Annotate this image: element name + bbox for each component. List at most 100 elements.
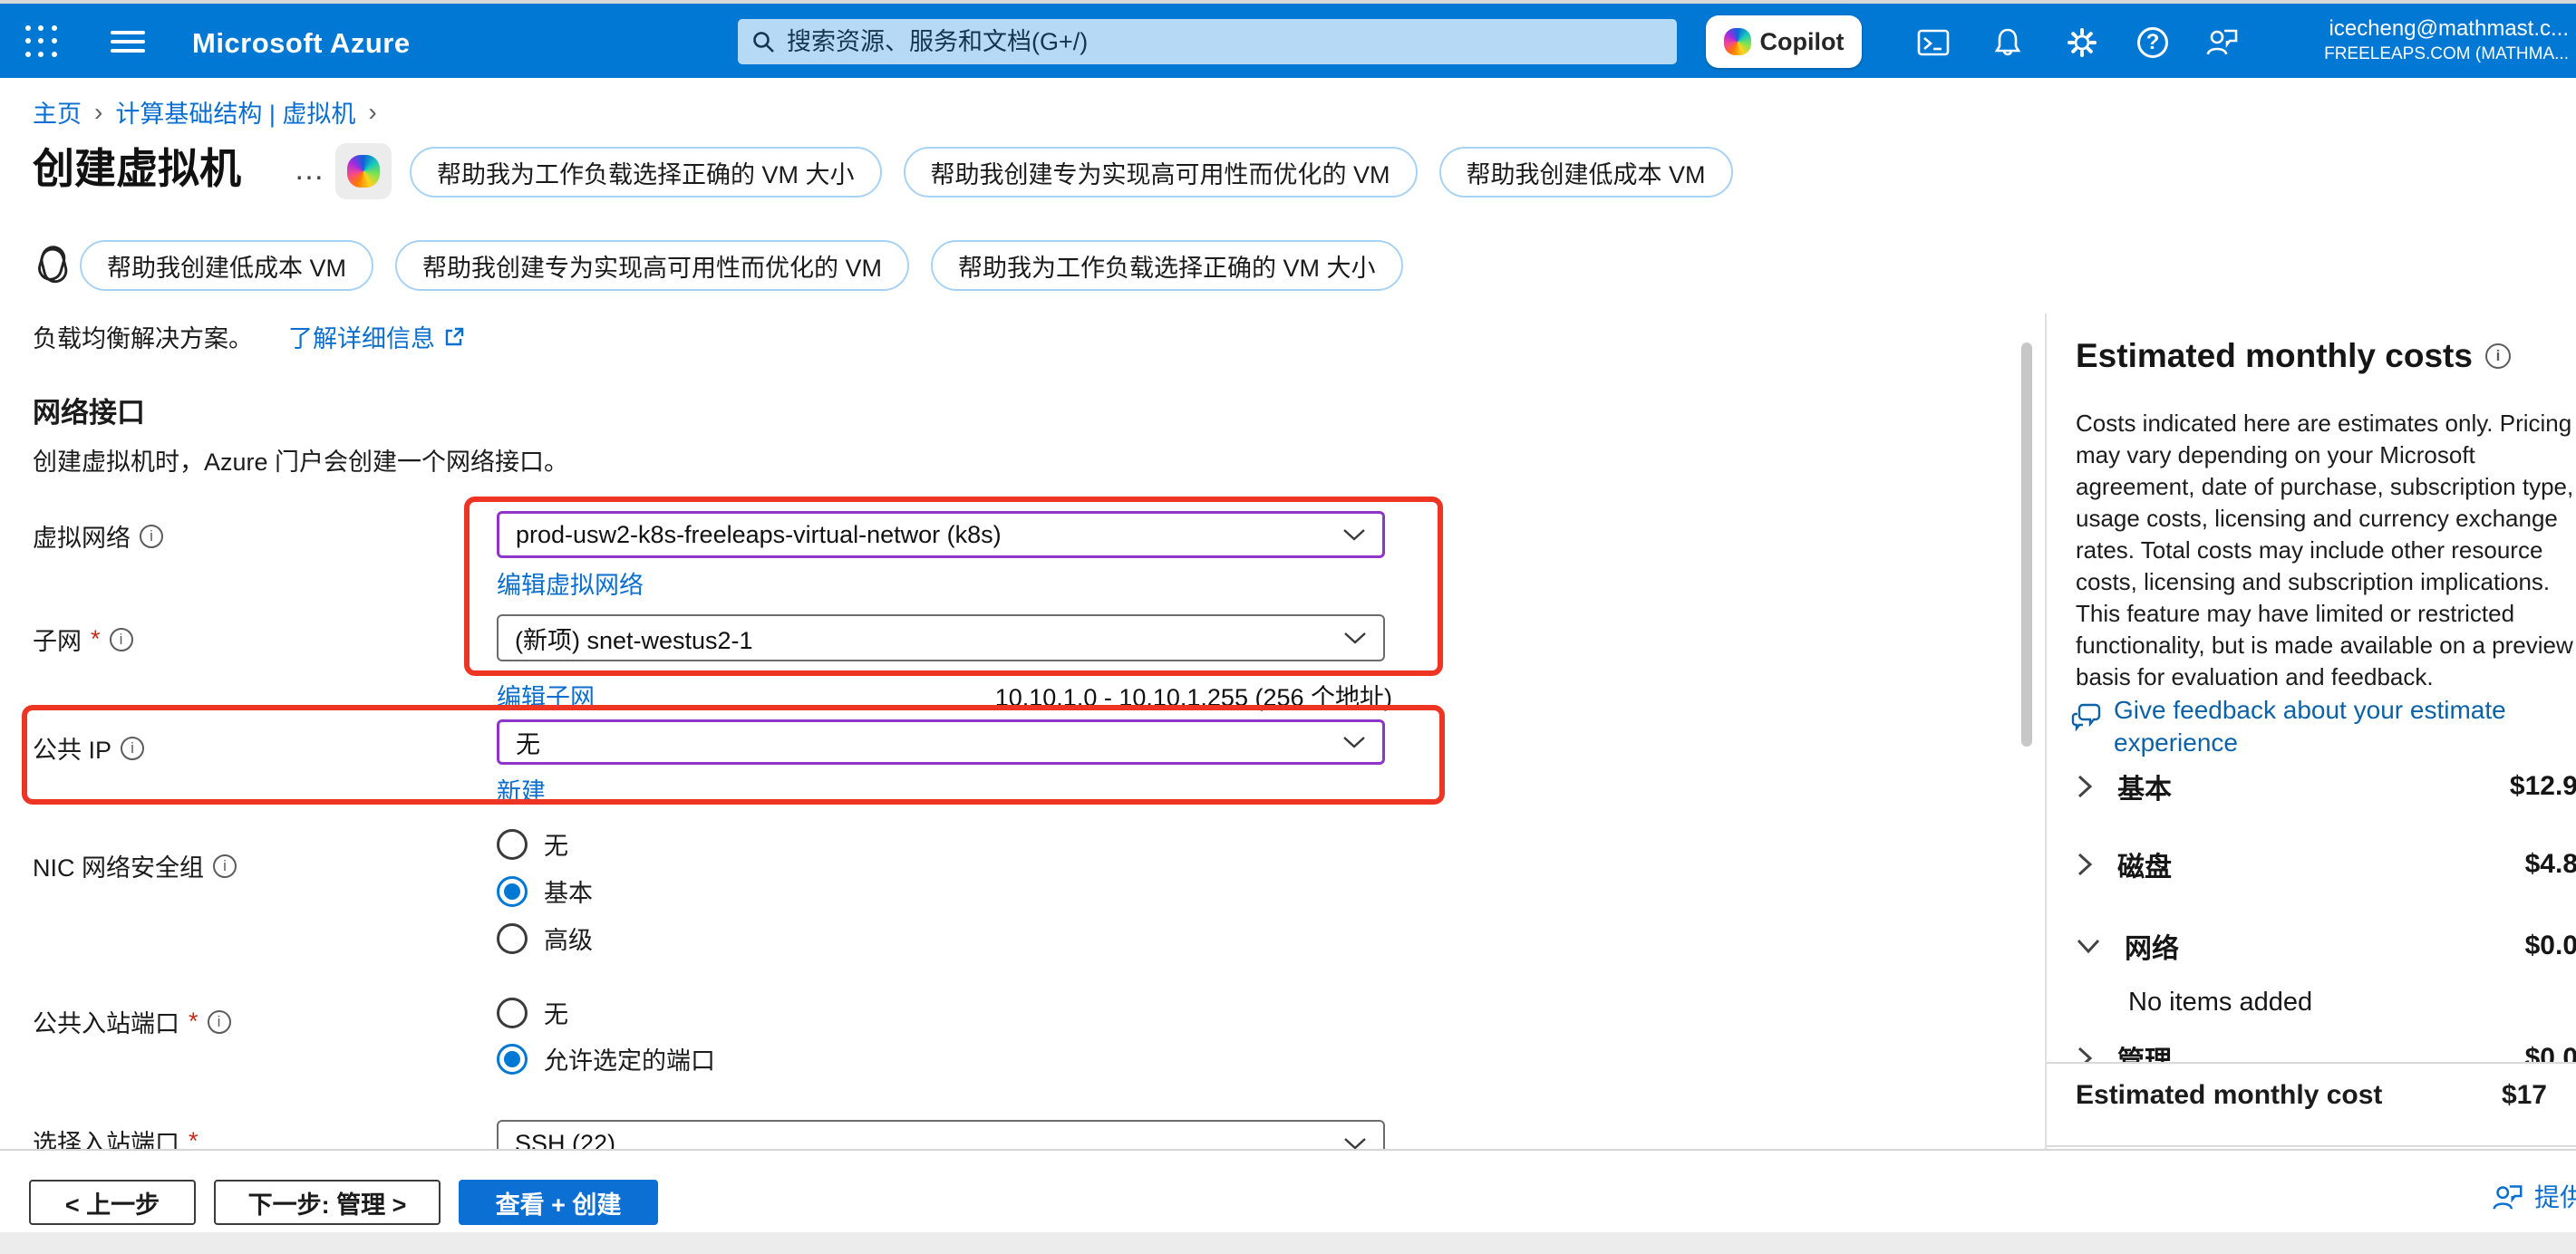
edit-subnet-link[interactable]: 编辑子网 bbox=[497, 678, 595, 713]
feedback-person-icon[interactable] bbox=[2201, 22, 2242, 63]
vnet-value: prod-usw2-k8s-freeleaps-virtual-networ (… bbox=[516, 521, 1002, 549]
subnet-dropdown[interactable]: (新项) snet-westus2-1 bbox=[497, 614, 1385, 661]
chip-high-availability-vm[interactable]: 帮助我创建专为实现高可用性而优化的 VM bbox=[395, 240, 909, 291]
subnet-address-range: 10.10.1.0 - 10.10.1.255 (256 个地址) bbox=[816, 678, 1392, 713]
copilot-logo-icon bbox=[1724, 28, 1751, 55]
public-ip-label: 公共 IP bbox=[33, 730, 144, 766]
network-no-items-note: No items added bbox=[2128, 988, 2312, 1018]
load-balancing-text: 负载均衡解决方案。 了解详细信息 bbox=[33, 319, 466, 355]
previous-step-button[interactable]: < 上一步 bbox=[29, 1180, 196, 1225]
vnet-dropdown[interactable]: prod-usw2-k8s-freeleaps-virtual-networ (… bbox=[497, 511, 1385, 558]
cost-row-network[interactable]: 网络 $0.0 bbox=[2076, 926, 2576, 966]
cost-panel-title: Estimated monthly costs bbox=[2076, 337, 2511, 375]
copilot-logo-icon bbox=[347, 155, 380, 188]
breadcrumb: 主页 › 计算基础结构 | 虚拟机 › bbox=[33, 94, 377, 130]
account-menu[interactable]: icecheng@mathmast.c... FREELEAPS.COM (MA… bbox=[2297, 14, 2569, 65]
section-description: 创建虚拟机时，Azure 门户会创建一个网络接口。 bbox=[33, 442, 568, 477]
nsg-radio-none[interactable]: 无 bbox=[497, 826, 568, 862]
chip-high-availability-vm[interactable]: 帮助我创建专为实现高可用性而优化的 VM bbox=[904, 147, 1418, 198]
footer-feedback-link[interactable]: 提供 bbox=[2489, 1178, 2576, 1214]
section-title-network-interface: 网络接口 bbox=[33, 390, 145, 430]
chip-low-cost-vm[interactable]: 帮助我创建低成本 VM bbox=[1439, 147, 1733, 198]
public-ip-dropdown[interactable]: 无 bbox=[497, 719, 1385, 765]
more-menu-button[interactable]: … bbox=[294, 152, 327, 188]
radio-icon bbox=[497, 998, 528, 1028]
copilot-suggestion-chips-row2: 帮助我创建低成本 VM 帮助我创建专为实现高可用性而优化的 VM 帮助我为工作负… bbox=[80, 240, 1403, 291]
info-icon[interactable] bbox=[213, 854, 237, 878]
chevron-right-icon bbox=[2076, 774, 2094, 799]
cost-row-basic[interactable]: 基本 $12.9 bbox=[2076, 767, 2576, 806]
info-icon[interactable] bbox=[121, 737, 144, 760]
info-icon[interactable] bbox=[2485, 343, 2511, 369]
radio-icon bbox=[497, 923, 528, 954]
public-ip-value: 无 bbox=[516, 725, 540, 760]
create-new-public-ip-link[interactable]: 新建 bbox=[497, 772, 546, 807]
required-asterisk: * bbox=[189, 1008, 199, 1036]
copilot-button[interactable]: Copilot bbox=[1706, 15, 1862, 68]
chevron-down-icon bbox=[2076, 937, 2101, 955]
brand-title: Microsoft Azure bbox=[192, 27, 411, 60]
nsg-radio-advanced[interactable]: 高级 bbox=[497, 921, 593, 956]
inbound-ports-label: 公共入站端口 * bbox=[33, 1004, 231, 1039]
vnet-label: 虚拟网络 bbox=[33, 518, 163, 554]
radio-icon bbox=[497, 829, 528, 860]
breadcrumb-home[interactable]: 主页 bbox=[33, 94, 82, 130]
search-input[interactable] bbox=[787, 28, 1664, 56]
estimated-total-amount: $17 bbox=[2502, 1080, 2547, 1111]
chevron-right-icon bbox=[2076, 852, 2094, 877]
next-step-management-button[interactable]: 下一步: 管理 > bbox=[214, 1180, 441, 1225]
nsg-radio-basic[interactable]: 基本 bbox=[497, 873, 593, 909]
notifications-bell-icon[interactable] bbox=[1987, 22, 2029, 63]
feedback-bubbles-icon bbox=[2070, 699, 2103, 759]
copilot-tile-button[interactable] bbox=[335, 143, 392, 199]
page-title: 创建虚拟机 bbox=[33, 136, 241, 196]
chevron-down-icon bbox=[1342, 527, 1366, 542]
account-email: icecheng@mathmast.c... bbox=[2297, 14, 2569, 43]
info-icon[interactable] bbox=[140, 525, 163, 548]
copilot-suggestion-chips-row1: 帮助我为工作负载选择正确的 VM 大小 帮助我创建专为实现高可用性而优化的 VM… bbox=[410, 147, 1733, 198]
info-icon[interactable] bbox=[110, 628, 133, 651]
intro-text: 负载均衡解决方案。 bbox=[33, 325, 253, 352]
window-edge bbox=[0, 1232, 2576, 1254]
external-link-icon bbox=[442, 325, 466, 349]
breadcrumb-separator-icon: › bbox=[94, 98, 102, 127]
cloud-shell-icon[interactable] bbox=[1913, 22, 1954, 63]
chip-right-vm-size[interactable]: 帮助我为工作负载选择正确的 VM 大小 bbox=[931, 240, 1403, 291]
help-icon[interactable]: ? bbox=[2132, 22, 2174, 63]
azure-top-bar: Microsoft Azure Copilot bbox=[0, 4, 2576, 78]
app-launcher-icon[interactable] bbox=[25, 25, 58, 58]
radio-selected-icon bbox=[497, 1044, 528, 1075]
chevron-down-icon bbox=[1343, 631, 1367, 645]
required-asterisk: * bbox=[91, 625, 101, 653]
review-create-button[interactable]: 查看 + 创建 bbox=[459, 1180, 658, 1225]
divider bbox=[2047, 1145, 2576, 1147]
copilot-outline-icon bbox=[31, 243, 74, 286]
radio-selected-icon bbox=[497, 876, 528, 907]
chip-low-cost-vm[interactable]: 帮助我创建低成本 VM bbox=[80, 240, 373, 291]
inbound-radio-allow-selected[interactable]: 允许选定的端口 bbox=[497, 1041, 715, 1076]
cost-disclaimer: Costs indicated here are estimates only.… bbox=[2076, 408, 2576, 693]
breadcrumb-separator-icon: › bbox=[368, 98, 376, 127]
inbound-radio-none[interactable]: 无 bbox=[497, 995, 568, 1030]
copilot-button-label: Copilot bbox=[1760, 28, 1845, 56]
subnet-value: (新项) snet-westus2-1 bbox=[515, 621, 753, 656]
edit-vnet-link[interactable]: 编辑虚拟网络 bbox=[497, 565, 644, 601]
settings-gear-icon[interactable] bbox=[2061, 22, 2103, 63]
cost-row-disk[interactable]: 磁盘 $4.8 bbox=[2076, 844, 2576, 884]
wizard-footer: < 上一步 下一步: 管理 > 查看 + 创建 提供 bbox=[0, 1149, 2576, 1232]
estimated-total-band: Estimated monthly cost $17 bbox=[2047, 1064, 2576, 1145]
chevron-down-icon bbox=[1342, 735, 1366, 749]
vertical-scrollbar-thumb[interactable] bbox=[2021, 342, 2032, 747]
search-icon bbox=[751, 29, 776, 54]
hamburger-menu-icon[interactable] bbox=[111, 31, 145, 53]
info-icon[interactable] bbox=[208, 1010, 231, 1034]
subnet-label: 子网 * bbox=[33, 622, 133, 657]
chip-right-vm-size[interactable]: 帮助我为工作负载选择正确的 VM 大小 bbox=[410, 147, 882, 198]
estimated-total-label: Estimated monthly cost bbox=[2076, 1080, 2502, 1111]
global-search[interactable] bbox=[738, 19, 1677, 64]
learn-more-link[interactable]: 了解详细信息 bbox=[288, 325, 435, 352]
footer-feedback-label: 提供 bbox=[2534, 1178, 2576, 1214]
give-feedback-link[interactable]: Give feedback about your estimate experi… bbox=[2070, 694, 2560, 759]
breadcrumb-virtual-machines[interactable]: 计算基础结构 | 虚拟机 bbox=[115, 94, 355, 130]
nsg-label: NIC 网络安全组 bbox=[33, 848, 237, 883]
